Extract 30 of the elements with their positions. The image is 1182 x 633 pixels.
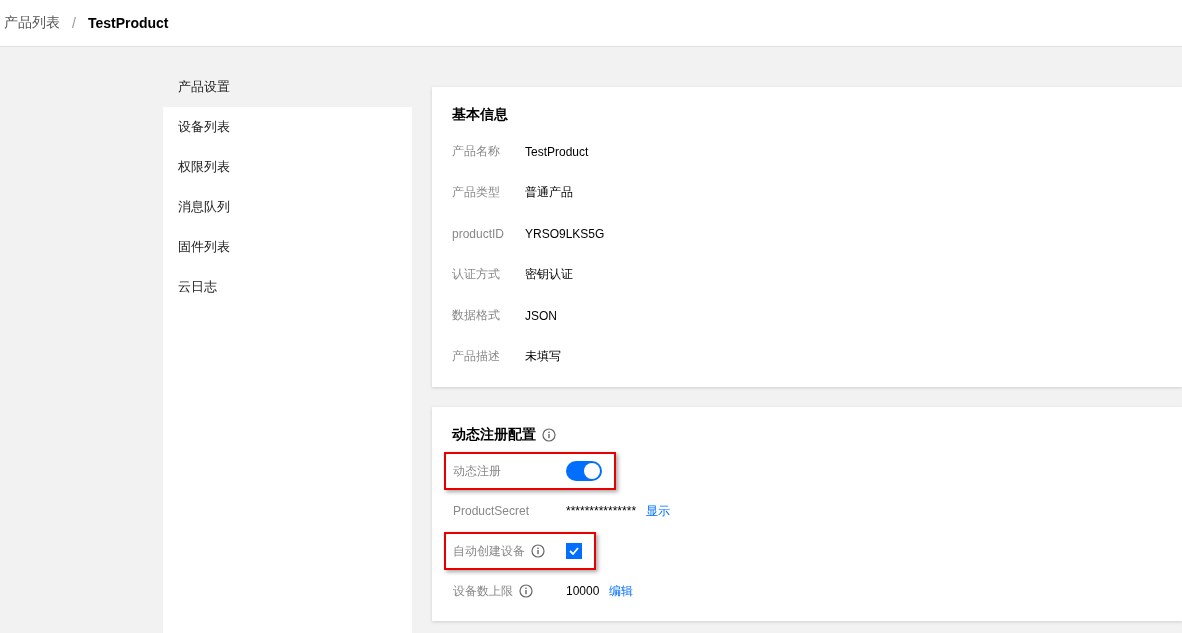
field-label: 动态注册 <box>453 462 501 480</box>
info-icon <box>542 428 556 442</box>
text-link[interactable]: 显示 <box>646 502 671 520</box>
field-label: 数据格式 <box>452 307 501 324</box>
field-label: ProductSecret <box>453 504 530 518</box>
field-label: 产品描述 <box>452 348 501 365</box>
field-label: 认证方式 <box>452 266 501 283</box>
field-value: 10000 <box>566 584 600 598</box>
field-label: 产品类型 <box>452 184 501 201</box>
text-link[interactable]: 编辑 <box>609 582 634 600</box>
section-title: 动态注册配置 <box>452 426 536 444</box>
checkbox[interactable] <box>566 543 582 559</box>
breadcrumb-link[interactable]: 产品列表 <box>4 14 60 32</box>
field-label: 自动创建设备 <box>453 542 525 560</box>
toggle-switch[interactable] <box>566 461 602 481</box>
field-label: 设备数上限 <box>453 582 513 600</box>
field-label: 产品名称 <box>452 143 501 160</box>
field-value: YRSO9LKS5G <box>525 226 605 241</box>
breadcrumb-current: TestProduct <box>87 15 169 31</box>
field-value: 普通产品 <box>525 184 573 201</box>
section-title: 基本信息 <box>452 106 508 124</box>
field-label: productID <box>452 226 506 241</box>
field-value: *************** <box>566 504 637 518</box>
field-value: 密钥认证 <box>525 266 573 283</box>
breadcrumb-separator: / <box>72 15 76 31</box>
field-value: 未填写 <box>525 348 561 365</box>
field-value: TestProduct <box>525 144 589 159</box>
field-value: JSON <box>525 308 557 323</box>
sidebar-item[interactable]: 产品设置 <box>163 67 412 107</box>
check-icon <box>569 547 579 555</box>
